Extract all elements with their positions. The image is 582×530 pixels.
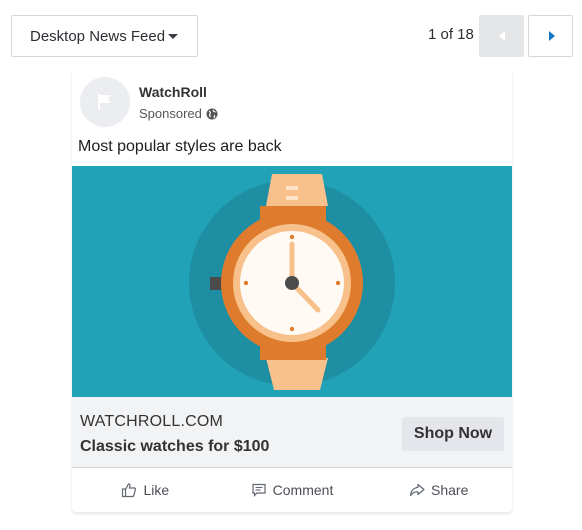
link-preview[interactable]: WATCHROLL.COM Classic watches for $100 S… xyxy=(72,397,512,468)
share-label: Share xyxy=(431,482,469,498)
post-actions: Like Comment Share xyxy=(72,470,512,510)
watch-illustration xyxy=(72,166,512,397)
comment-icon xyxy=(252,483,266,497)
ad-primary-text: Most popular styles are back xyxy=(78,138,282,155)
placement-dropdown[interactable]: Desktop News Feed xyxy=(11,15,198,57)
globe-icon xyxy=(206,108,218,119)
share-button[interactable]: Share xyxy=(365,470,512,510)
next-arrow-icon xyxy=(549,31,555,41)
shop-now-button[interactable]: Shop Now xyxy=(402,417,504,451)
comment-button[interactable]: Comment xyxy=(219,470,366,510)
previous-button[interactable] xyxy=(479,15,524,57)
pager-count: 1 of 18 xyxy=(428,26,474,43)
next-button[interactable] xyxy=(528,15,573,57)
sponsored-row: Sponsored xyxy=(139,106,218,121)
avatar[interactable] xyxy=(80,77,130,127)
like-button[interactable]: Like xyxy=(72,470,219,510)
share-icon xyxy=(409,483,425,497)
like-icon xyxy=(122,483,137,498)
placement-label: Desktop News Feed xyxy=(30,27,166,45)
like-label: Like xyxy=(143,482,170,498)
sponsored-label: Sponsored xyxy=(139,106,202,121)
comment-label: Comment xyxy=(272,482,334,498)
link-headline: Classic watches for $100 xyxy=(80,438,270,455)
link-domain: WATCHROLL.COM xyxy=(80,413,224,430)
flag-icon xyxy=(98,94,111,110)
chevron-down-icon xyxy=(168,34,178,39)
page-name[interactable]: WatchRoll xyxy=(139,84,207,100)
prev-arrow-icon xyxy=(499,31,505,41)
ad-image[interactable] xyxy=(72,166,512,397)
